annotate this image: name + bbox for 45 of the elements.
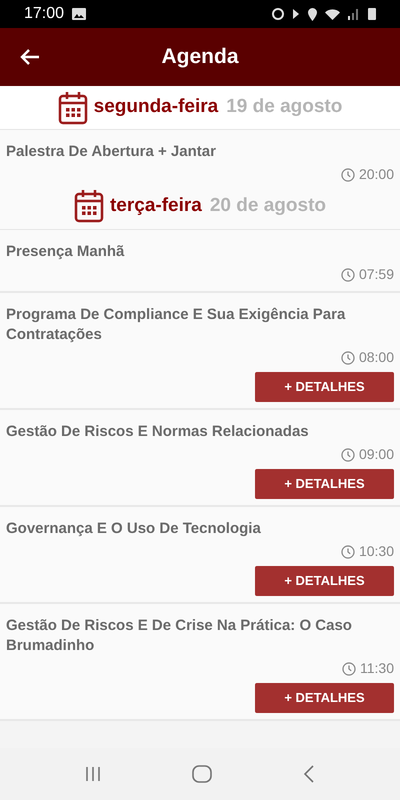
event-title: Gestão De Riscos E De Crise Na Prática: O Caso Brumadinho [6,616,353,656]
clock-icon [342,662,356,676]
weekday-label: terça-feira [110,194,202,218]
battery-icon [368,8,376,20]
calendar-icon [58,90,88,124]
clock-icon [340,544,355,558]
clock-icon [340,168,355,182]
recent-apps-icon[interactable] [85,766,102,782]
calendar-icon [74,189,104,223]
image-icon [72,8,86,20]
event-time: 10:30 [358,542,394,561]
event-time: 11:30 [360,659,394,678]
event-time: 08:00 [358,348,394,367]
event-title: Programa De Compliance E Sua Exigência Para Contratações [6,305,346,345]
event-card[interactable]: Gestão De Riscos E Normas Relacionadas 09:00 + DETALHES [0,410,400,507]
details-button[interactable]: + DETALHES [255,372,394,402]
clock-icon [340,268,355,282]
event-card[interactable]: Governança E O Uso De Tecnologia 10:30 + DETALHES [0,507,400,604]
event-time: 09:00 [358,445,394,464]
back-arrow-icon[interactable] [20,48,40,66]
status-time: 17:00 [24,4,64,24]
event-card[interactable]: Programa De Compliance E Sua Exigência Para Contratações 08:00 + DETALHES [0,293,400,410]
date-label: 19 de agosto [226,95,342,120]
event-card[interactable]: Palestra De Abertura + Jantar 20:00 [0,130,400,187]
wifi-icon [325,8,340,20]
header-title: Agenda [162,44,238,70]
home-icon[interactable] [192,765,212,783]
details-button[interactable]: + DETALHES [255,566,394,596]
event-card[interactable]: Gestão De Riscos E De Crise Na Prática: O Caso Brumadinho 11:30 + DETALHES [0,604,400,721]
date-label: 20 de agosto [210,194,326,218]
event-title: Gestão De Riscos E Normas Relacionadas [6,422,310,442]
back-icon[interactable] [302,765,315,783]
event-time: 07:59 [358,265,394,284]
event-title: Palestra De Abertura + Jantar [6,142,217,162]
weekday-label: segunda-feira [94,95,218,120]
event-time: 20:00 [358,165,394,184]
details-button[interactable]: + DETALHES [255,683,394,713]
clock-icon [340,448,355,462]
signal-icon [348,8,360,20]
location-icon [308,8,317,20]
event-card[interactable]: Presença Manhã 07:59 [0,230,400,293]
clock-icon [340,350,355,364]
event-title: Presença Manhã [6,242,126,262]
event-title: Governança E O Uso De Tecnologia [6,519,262,539]
details-button[interactable]: + DETALHES [255,469,394,499]
